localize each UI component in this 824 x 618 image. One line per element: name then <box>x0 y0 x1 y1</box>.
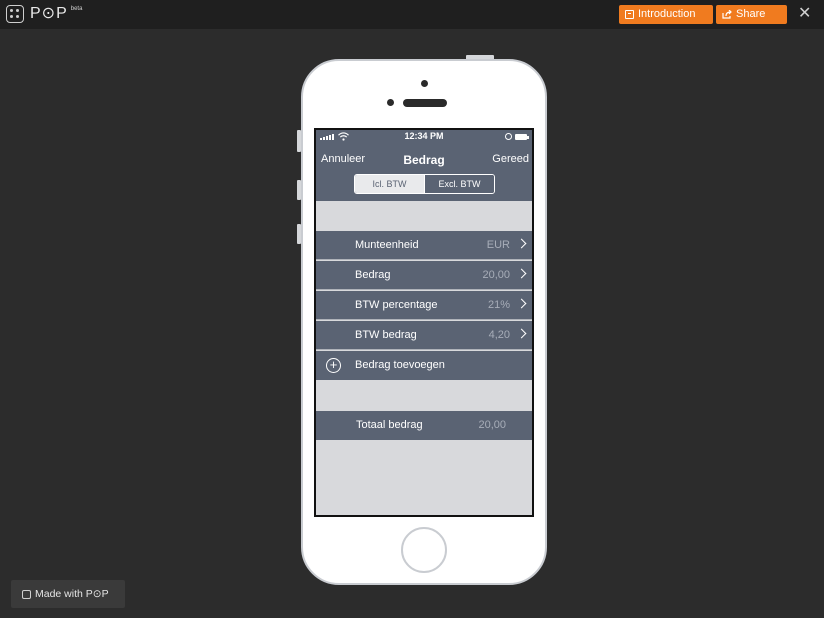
total-label: Totaal bedrag <box>356 419 423 431</box>
chevron-right-icon <box>516 238 527 249</box>
phone-speaker <box>403 99 447 107</box>
logo-text: P⊙P <box>30 5 68 22</box>
done-button[interactable]: Gereed <box>492 153 529 165</box>
share-icon <box>722 10 732 19</box>
introduction-label: Introduction <box>638 8 696 20</box>
chevron-right-icon <box>516 328 527 339</box>
btw-segmented-control: Icl. BTW Excl. BTW <box>354 174 495 194</box>
introduction-button[interactable]: Introduction <box>619 5 713 24</box>
phone-sensor <box>387 99 394 106</box>
segment-excl-btw[interactable]: Excl. BTW <box>424 175 494 193</box>
add-amount-label: Bedrag toevoegen <box>355 359 445 371</box>
rotation-lock-icon <box>505 133 512 140</box>
book-icon <box>625 10 634 19</box>
navigation-bar: Annuleer Bedrag Gereed Icl. BTW Excl. BT… <box>316 144 532 201</box>
status-bar: 12:34 PM <box>316 130 532 144</box>
row-label: Munteenheid <box>355 239 419 251</box>
list-item-bedrag[interactable]: Bedrag 20,00 <box>316 261 532 290</box>
row-label: BTW bedrag <box>355 329 417 341</box>
add-amount-row[interactable]: + Bedrag toevoegen <box>316 351 532 380</box>
list-item-btw-bedrag[interactable]: BTW bedrag 4,20 <box>316 321 532 350</box>
beta-badge: beta <box>70 6 83 12</box>
share-button[interactable]: Share <box>716 5 787 24</box>
row-label: BTW percentage <box>355 299 438 311</box>
list-item-munteenheid[interactable]: Munteenheid EUR <box>316 231 532 260</box>
pop-logo[interactable]: P⊙P beta <box>6 5 82 23</box>
close-icon[interactable]: ✕ <box>798 5 811 23</box>
top-bar: P⊙P beta Introduction Share ✕ <box>0 0 824 29</box>
row-value: 21% <box>487 299 510 311</box>
status-time: 12:34 PM <box>404 131 444 141</box>
home-button[interactable] <box>401 527 447 573</box>
share-label: Share <box>736 8 766 20</box>
total-value: 20,00 <box>478 419 506 431</box>
pop-logo-icon <box>6 5 24 23</box>
battery-icon <box>515 134 529 140</box>
row-value: 20,00 <box>482 269 510 281</box>
row-label: Bedrag <box>355 269 391 281</box>
row-value: EUR <box>486 239 510 251</box>
made-with-label: Made with P⊙P <box>35 588 109 600</box>
list-item-btw-percentage[interactable]: BTW percentage 21% <box>316 291 532 320</box>
chevron-right-icon <box>516 298 527 309</box>
phone-screen: 12:34 PM Annuleer Bedrag Gereed Icl. BTW… <box>314 128 534 517</box>
segment-incl-btw[interactable]: Icl. BTW <box>355 175 424 193</box>
row-value: 4,20 <box>488 329 510 341</box>
pop-logo-icon <box>22 589 31 599</box>
plus-circle-icon: + <box>326 358 341 373</box>
total-row: Totaal bedrag 20,00 <box>316 411 532 440</box>
chevron-right-icon <box>516 268 527 279</box>
made-with-pop-badge[interactable]: Made with P⊙P <box>11 580 125 608</box>
phone-camera <box>421 80 428 87</box>
